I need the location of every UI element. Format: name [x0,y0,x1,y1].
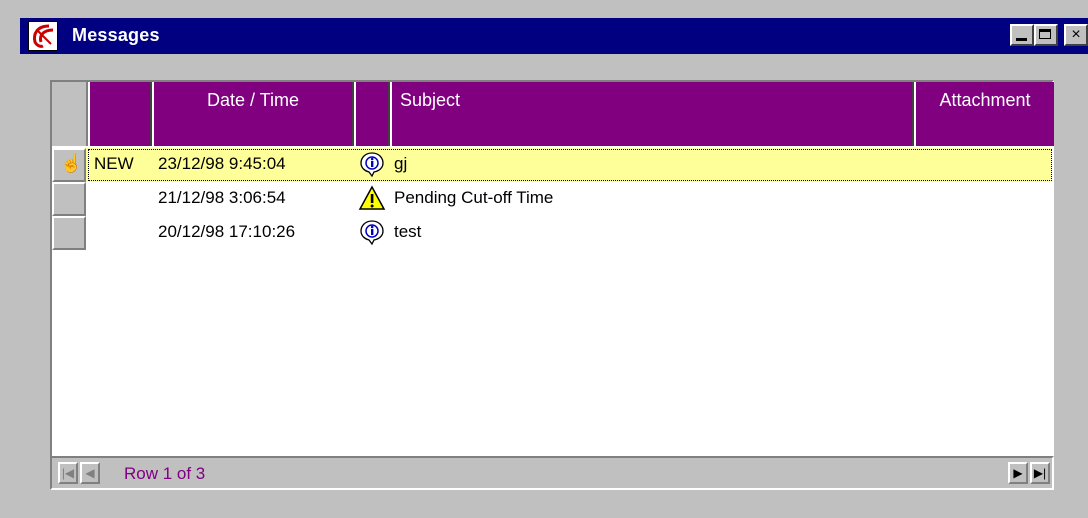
message-subject: gj [394,154,408,173]
close-button[interactable]: × [1064,24,1088,46]
info-icon [358,150,386,178]
warning-icon [358,184,386,212]
row-selector[interactable] [52,182,86,216]
table-row[interactable]: ☝ NEW 23/12/98 9:45:04 gj [52,148,1052,182]
row-pointer-icon: ☝ [60,153,83,173]
column-header-subject[interactable]: Subject [390,82,914,146]
column-header-date-time[interactable]: Date / Time [152,82,354,146]
window-title: Messages [72,25,160,45]
messages-grid: Date / Time Subject Attachment ☝ NEW 23/… [50,80,1054,490]
column-header-attachment[interactable]: Attachment [914,82,1054,146]
info-icon [358,218,386,246]
row-status: Row 1 of 3 [124,464,206,483]
row-selector[interactable] [52,216,86,250]
first-record-button[interactable]: |◀ [58,462,78,484]
message-date: 20/12/98 17:10:26 [158,222,296,241]
message-date: 23/12/98 9:45:04 [158,154,286,173]
next-record-button[interactable]: ▶ [1008,462,1028,484]
column-header-icon[interactable] [354,82,390,146]
new-flag: NEW [94,154,134,173]
message-subject: test [394,222,422,241]
minimize-button[interactable] [1010,24,1034,46]
maximize-button[interactable] [1034,24,1058,46]
table-row[interactable]: 20/12/98 17:10:26 test [52,216,1052,250]
previous-record-button[interactable]: ◀ [80,462,100,484]
title-bar[interactable]: Messages × [20,18,1088,54]
header-corner [52,82,88,146]
table-row[interactable]: 21/12/98 3:06:54 Pending Cut-off Time [52,182,1052,216]
message-date: 21/12/98 3:06:54 [158,188,286,207]
messages-window: Messages × Date / Time Subject Attachmen… [0,0,1088,518]
column-header-flag[interactable] [88,82,152,146]
row-selector[interactable]: ☝ [52,148,86,182]
record-navigator: |◀ ◀ Row 1 of 3 ▶ ▶| [50,456,1054,490]
last-record-button[interactable]: ▶| [1030,462,1050,484]
app-logo-icon[interactable] [28,21,58,51]
message-subject: Pending Cut-off Time [394,188,554,207]
